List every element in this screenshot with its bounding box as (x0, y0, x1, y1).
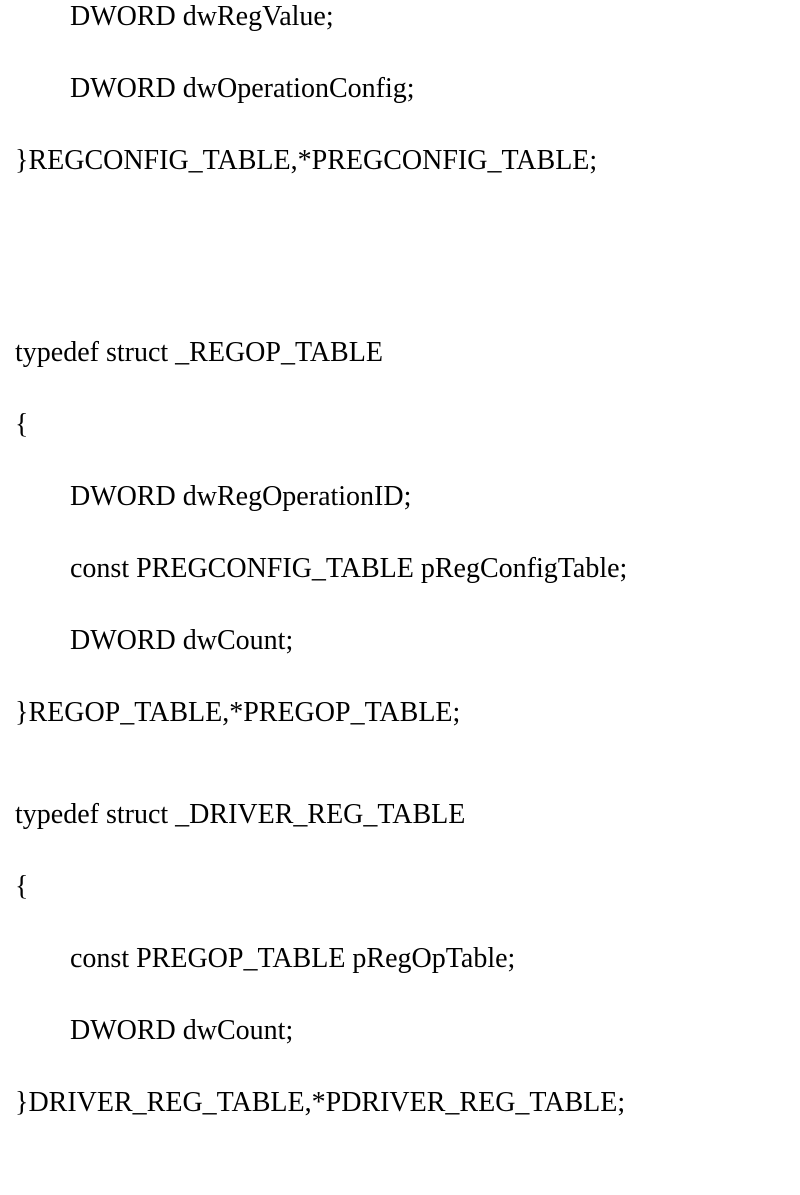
code-line: typedef struct _DRIVER_REG_TABLE (15, 801, 800, 829)
code-line: }DRIVER_REG_TABLE,*PDRIVER_REG_TABLE; (15, 1089, 800, 1117)
code-line: }REGOP_TABLE,*PREGOP_TABLE; (15, 699, 800, 727)
code-line: DWORD dwCount; (15, 627, 800, 655)
code-line: { (15, 411, 800, 439)
code-line: { (15, 873, 800, 901)
code-line: DWORD dwRegValue; (15, 3, 800, 31)
code-line: typedef struct _REGOP_TABLE (15, 339, 800, 367)
blank-spacer (15, 771, 800, 801)
code-line: DWORD dwOperationConfig; (15, 75, 800, 103)
code-block: DWORD dwRegValue; DWORD dwOperationConfi… (0, 0, 800, 1117)
code-line: DWORD dwCount; (15, 1017, 800, 1045)
code-line: const PREGOP_TABLE pRegOpTable; (15, 945, 800, 973)
code-line: }REGCONFIG_TABLE,*PREGCONFIG_TABLE; (15, 147, 800, 175)
blank-spacer (15, 219, 800, 339)
code-line: const PREGCONFIG_TABLE pRegConfigTable; (15, 555, 800, 583)
code-line: DWORD dwRegOperationID; (15, 483, 800, 511)
